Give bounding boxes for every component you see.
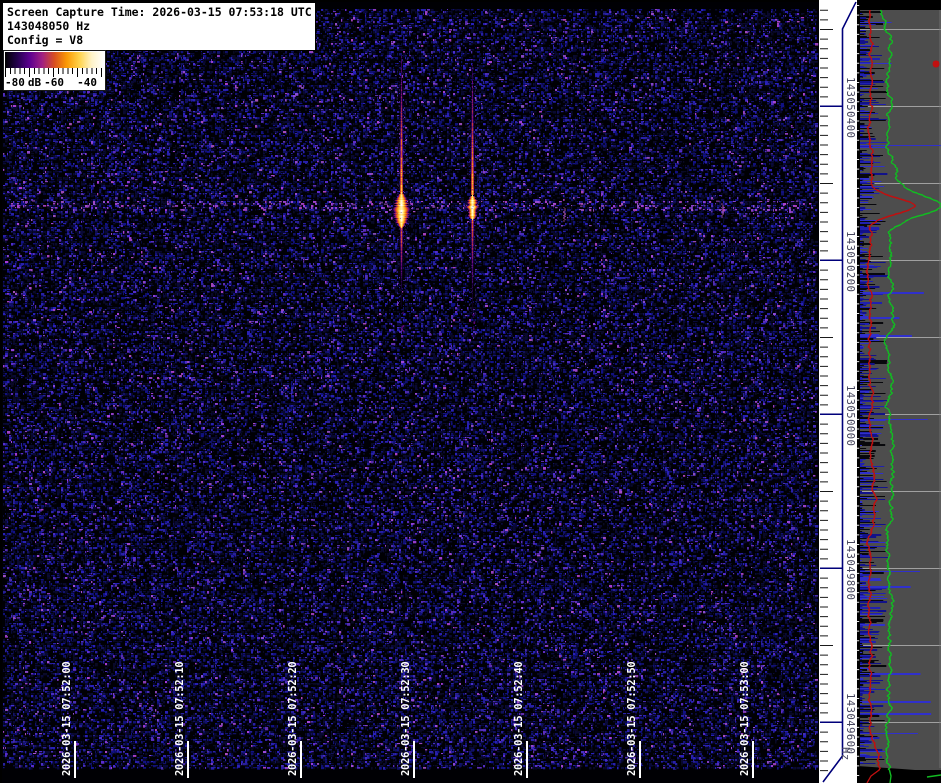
colorbar-max-label: -40 [77, 77, 97, 89]
time-axis-tick [187, 741, 189, 778]
time-axis-label: 2026-03-15 07:52:50 [626, 662, 638, 776]
time-axis-tick [639, 741, 641, 778]
frequency-axis-label: 143050400 [844, 77, 856, 138]
spectrum-side-panel [857, 0, 941, 783]
capture-time-text: Screen Capture Time: 2026-03-15 07:53:18… [7, 5, 312, 19]
info-overlay: Screen Capture Time: 2026-03-15 07:53:18… [2, 2, 316, 51]
time-axis-tick [752, 741, 754, 778]
time-axis-label: 2026-03-15 07:52:00 [61, 662, 73, 776]
frequency-axis-label: 143050200 [844, 231, 856, 292]
color-gradient-bar [5, 52, 104, 68]
time-axis-label: 2026-03-15 07:52:20 [287, 662, 299, 776]
colorbar-min-label: -80 [5, 77, 25, 89]
time-axis-label: 2026-03-15 07:52:10 [174, 662, 186, 776]
time-axis-tick [300, 741, 302, 778]
color-scale-minor-ticks [5, 68, 104, 74]
colorbar-unit-label: dB [28, 77, 41, 89]
color-scale-legend: -80 dB -60 -40 [3, 50, 106, 91]
frequency-axis-label: 143050000 [844, 385, 856, 446]
time-axis-tick [413, 741, 415, 778]
receiver-frequency-text: 143048050 Hz [7, 19, 312, 33]
time-axis-tick [74, 741, 76, 778]
colorbar-mid-label: -60 [44, 77, 64, 89]
time-axis-label: 2026-03-15 07:53:00 [739, 662, 751, 776]
frequency-axis-label: 143049800 [844, 539, 856, 600]
spectrogram-screen: Screen Capture Time: 2026-03-15 07:53:18… [0, 0, 941, 783]
color-scale-labels: -80 dB -60 -40 [5, 77, 104, 89]
config-text: Config = V8 [7, 33, 312, 47]
time-axis-tick [526, 741, 528, 778]
frequency-axis-label: 143049600 [844, 693, 856, 754]
time-axis-label: 2026-03-15 07:52:30 [400, 662, 412, 776]
frequency-axis-unit-label: Hz [839, 747, 851, 761]
time-axis-label: 2026-03-15 07:52:40 [513, 662, 525, 776]
